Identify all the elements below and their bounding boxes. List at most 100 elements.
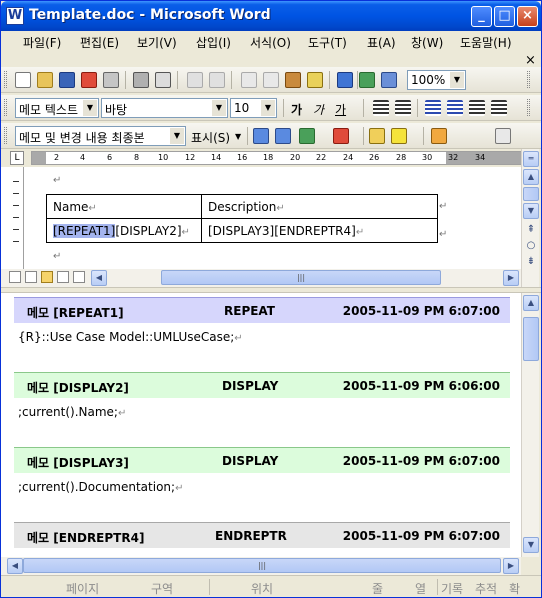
undo-icon[interactable] — [337, 72, 353, 88]
comment-header[interactable]: 메모 [DISPLAY3] DISPLAY 2005-11-09 PM 6:07… — [14, 447, 510, 473]
scroll-left-icon[interactable]: ◀ — [91, 270, 107, 286]
display2-field[interactable]: [DISPLAY2] — [115, 224, 181, 238]
display-for-review-combo[interactable]: 메모 및 변경 내용 최종본 ▼ — [15, 126, 186, 146]
top-pane-vscrollbar[interactable]: ═ ▲ ▼ ⇞ ○ ⇟ — [521, 149, 539, 287]
menu-file[interactable]: 파일(F) — [23, 34, 61, 51]
close-button[interactable]: × — [517, 6, 538, 27]
status-track[interactable]: 추적 — [475, 580, 497, 597]
italic-button[interactable]: 가 — [313, 101, 324, 118]
scroll-left-icon[interactable]: ◀ — [7, 558, 23, 574]
research-icon[interactable] — [209, 72, 225, 88]
highlight-icon[interactable] — [391, 128, 407, 144]
document-pane[interactable]: ↵ Name↵ Description↵ [REPEAT1][DISPLAY2]… — [1, 167, 521, 269]
font-size-combo[interactable]: 10 ▼ — [230, 98, 277, 118]
format-painter-icon[interactable] — [307, 72, 323, 88]
save-icon[interactable] — [59, 72, 75, 88]
comments-pane[interactable]: 메모 [REPEAT1] REPEAT 2005-11-09 PM 6:07:0… — [1, 293, 521, 557]
tab-selector-icon[interactable]: L — [10, 151, 24, 165]
comment-body[interactable]: ;current().Documentation;↵ — [18, 480, 183, 494]
browse-object-icon[interactable]: ○ — [523, 239, 539, 255]
table-cell[interactable]: [DISPLAY3][ENDREPTR4]↵ — [201, 218, 438, 243]
chevron-down-icon[interactable]: ▼ — [170, 128, 184, 144]
bullets-icon[interactable] — [447, 100, 463, 116]
chevron-down-icon[interactable]: ▼ — [261, 100, 275, 116]
decrease-indent-icon[interactable] — [469, 100, 485, 116]
email-icon[interactable] — [103, 72, 119, 88]
comments-hscrollbar[interactable]: ◀ ||| ▶ — [1, 557, 521, 575]
comment-body[interactable]: {R}::Use Case Model::UMLUseCase;↵ — [18, 330, 243, 344]
table-header-cell[interactable]: Name↵ — [46, 194, 202, 219]
font-combo[interactable]: 바탕 ▼ — [101, 98, 228, 118]
scroll-down-icon[interactable]: ▼ — [523, 537, 539, 553]
display3-endreptr-field[interactable]: [DISPLAY3][ENDREPTR4] — [208, 224, 356, 238]
align-justify-icon[interactable] — [373, 100, 389, 116]
toolbar-options-grip[interactable] — [527, 99, 530, 116]
top-pane-hscrollbar[interactable]: ◀ ||| ▶ — [1, 269, 521, 287]
scroll-up-icon[interactable]: ▲ — [523, 169, 539, 185]
table-icon[interactable] — [381, 72, 397, 88]
chevron-down-icon[interactable]: ▼ — [450, 72, 464, 88]
print-layout-view-icon[interactable] — [41, 271, 53, 283]
style-combo[interactable]: 메모 텍스트 ▼ — [15, 98, 99, 118]
status-extend[interactable]: 확 — [509, 580, 520, 597]
comment-header[interactable]: 메모 [DISPLAY2] DISPLAY 2005-11-09 PM 6:06… — [14, 372, 510, 398]
open-folder-icon[interactable] — [37, 72, 53, 88]
menu-view[interactable]: 보기(V) — [137, 34, 177, 51]
previous-change-icon[interactable] — [253, 128, 269, 144]
show-menu-button[interactable]: 표시(S) — [191, 129, 230, 146]
new-document-icon[interactable] — [15, 72, 31, 88]
numbering-icon[interactable] — [425, 100, 441, 116]
track-changes-icon[interactable] — [431, 128, 447, 144]
table-header-cell[interactable]: Description↵ — [201, 194, 438, 219]
menu-help[interactable]: 도움말(H) — [460, 34, 512, 51]
underline-button[interactable]: 가 — [335, 101, 346, 118]
scroll-up-icon[interactable]: ▲ — [523, 295, 539, 311]
reviewing-pane-icon[interactable] — [495, 128, 511, 144]
web-layout-view-icon[interactable] — [25, 271, 37, 283]
print-icon[interactable] — [133, 72, 149, 88]
chevron-down-icon[interactable]: ▼ — [212, 100, 226, 116]
copy-icon[interactable] — [263, 72, 279, 88]
paste-icon[interactable] — [285, 72, 301, 88]
status-record[interactable]: 기록 — [441, 580, 463, 597]
spelling-icon[interactable] — [187, 72, 203, 88]
zoom-combo[interactable]: 100% ▼ — [407, 70, 466, 90]
comment-header[interactable]: 메모 [REPEAT1] REPEAT 2005-11-09 PM 6:07:0… — [14, 297, 510, 323]
toolbar-grip[interactable] — [4, 127, 7, 144]
document-close-icon[interactable]: × — [525, 53, 536, 68]
toolbar-options-grip[interactable] — [527, 71, 530, 88]
accept-change-icon[interactable] — [299, 128, 315, 144]
menu-insert[interactable]: 삽입(I) — [196, 34, 231, 51]
previous-page-icon[interactable]: ⇞ — [523, 223, 539, 239]
scroll-thumb[interactable] — [523, 187, 539, 201]
vertical-ruler[interactable] — [10, 167, 24, 269]
normal-view-icon[interactable] — [9, 271, 21, 283]
hscroll-thumb[interactable]: ||| — [161, 270, 441, 285]
permission-icon[interactable] — [81, 72, 97, 88]
hscroll-thumb[interactable]: ||| — [23, 558, 501, 573]
table-cell[interactable]: [REPEAT1][DISPLAY2]↵ — [46, 218, 202, 243]
reject-change-icon[interactable] — [333, 128, 349, 144]
title-bar[interactable]: W Template.doc - Microsoft Word _ □ × — [1, 1, 541, 31]
maximize-button[interactable]: □ — [494, 6, 515, 27]
print-preview-icon[interactable] — [155, 72, 171, 88]
menu-tools[interactable]: 도구(T) — [308, 34, 347, 51]
scroll-thumb[interactable] — [523, 317, 539, 361]
toolbar-grip[interactable] — [4, 71, 7, 88]
menu-format[interactable]: 서식(O) — [250, 34, 291, 51]
next-page-icon[interactable]: ⇟ — [523, 255, 539, 271]
horizontal-ruler[interactable]: 2 4 6 8 10 12 14 16 18 20 22 24 26 28 30… — [31, 151, 521, 165]
menu-window[interactable]: 창(W) — [411, 34, 443, 51]
reading-layout-view-icon[interactable] — [73, 271, 85, 283]
scroll-right-icon[interactable]: ▶ — [503, 558, 519, 574]
minimize-button[interactable]: _ — [471, 6, 492, 27]
comment-body[interactable]: ;current().Name;↵ — [18, 405, 126, 419]
chevron-down-icon[interactable]: ▼ — [83, 100, 97, 116]
scroll-down-icon[interactable]: ▼ — [523, 203, 539, 219]
word-app-icon[interactable]: W — [6, 7, 24, 25]
chevron-down-icon[interactable]: ▼ — [235, 132, 241, 141]
comment-header[interactable]: 메모 [ENDREPTR4] ENDREPTR 2005-11-09 PM 6:… — [14, 522, 510, 548]
split-grip-icon[interactable]: ═ — [523, 151, 539, 167]
cut-icon[interactable] — [241, 72, 257, 88]
increase-indent-icon[interactable] — [491, 100, 507, 116]
